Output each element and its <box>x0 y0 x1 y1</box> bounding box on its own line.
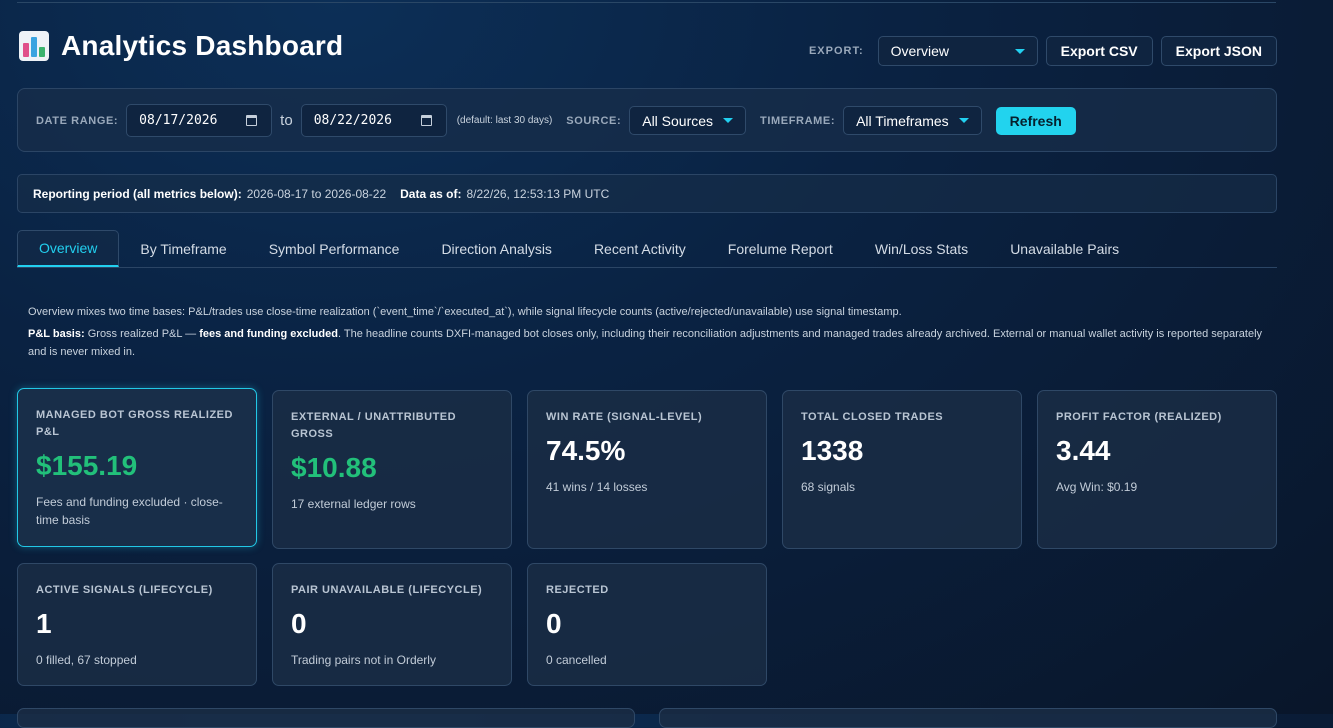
tab-unavailable-pairs[interactable]: Unavailable Pairs <box>989 230 1140 267</box>
metric-card-subtext: Trading pairs not in Orderly <box>291 653 436 667</box>
metric-card-value: 1338 <box>801 435 864 466</box>
data-as-of-label: Data as of: <box>400 186 462 201</box>
tab-forelume-report[interactable]: Forelume Report <box>707 230 854 267</box>
calendar-icon[interactable] <box>420 115 432 126</box>
metric-card-label: MANAGED BOT GROSS REALIZED P&L <box>36 409 233 438</box>
metric-card-label: PAIR UNAVAILABLE (LIFECYCLE) <box>291 584 483 596</box>
timeframe-label: TIMEFRAME: <box>760 114 836 127</box>
metric-card-value: $10.88 <box>291 452 377 483</box>
metric-card-value: 0 <box>291 608 307 639</box>
filter-bar: DATE RANGE: 08/17/2026 to 08/22/2026 (de… <box>17 88 1277 152</box>
to-label: to <box>280 112 293 129</box>
metric-card-label: WIN RATE (SIGNAL-LEVEL) <box>546 411 703 423</box>
metric-card-value: 1 <box>36 608 52 639</box>
date-from-input[interactable]: 08/17/2026 <box>126 104 273 137</box>
metric-card-managed-pnl: MANAGED BOT GROSS REALIZED P&L $155.19 F… <box>17 388 257 547</box>
metric-card-value: $155.19 <box>36 450 138 481</box>
metric-card-external-gross: EXTERNAL / UNATTRIBUTED GROSS $10.88 17 … <box>272 390 512 549</box>
metric-card-subtext: 0 filled, 67 stopped <box>36 653 137 667</box>
date-to-value: 08/22/2026 <box>313 113 392 128</box>
refresh-button[interactable]: Refresh <box>995 106 1076 135</box>
date-range-label: DATE RANGE: <box>36 114 119 127</box>
default-hint: (default: last 30 days) <box>456 115 553 126</box>
overview-notes: Overview mixes two time bases: P&L/trade… <box>28 303 1268 361</box>
tab-direction-analysis[interactable]: Direction Analysis <box>420 230 573 267</box>
metric-card-value: 74.5% <box>546 435 626 466</box>
metric-card-total-closed-trades: TOTAL CLOSED TRADES 1338 68 signals <box>782 390 1022 549</box>
export-label: EXPORT: <box>808 45 864 57</box>
export-controls: EXPORT: Overview Export CSV Export JSON <box>809 36 1277 66</box>
reporting-period-bar: Reporting period (all metrics below): 20… <box>17 174 1277 213</box>
export-csv-button[interactable]: Export CSV <box>1045 36 1153 66</box>
metric-card-label: TOTAL CLOSED TRADES <box>801 411 944 423</box>
top-divider <box>17 2 1276 3</box>
pnl-basis-note: P&L basis: Gross realized P&L — fees and… <box>28 325 1268 361</box>
reporting-period-label: Reporting period (all metrics below): <box>33 186 242 201</box>
metric-card-profit-factor: PROFIT FACTOR (REALIZED) 3.44 Avg Win: $… <box>1037 390 1277 549</box>
tab-win-loss-stats[interactable]: Win/Loss Stats <box>854 230 989 267</box>
date-from-value: 08/17/2026 <box>139 113 218 128</box>
tab-overview[interactable]: Overview <box>17 230 120 267</box>
tab-recent-activity[interactable]: Recent Activity <box>573 230 707 267</box>
metric-card-subtext: Fees and funding excluded · close-time b… <box>36 495 223 527</box>
metric-card-active-signals: ACTIVE SIGNALS (LIFECYCLE) 1 0 filled, 6… <box>17 563 257 686</box>
pnl-basis-text-1: Gross realized P&L — <box>87 328 197 340</box>
panel-bottom-left <box>17 708 635 728</box>
pnl-basis-bold: fees and funding excluded <box>199 328 338 340</box>
metric-card-subtext: 0 cancelled <box>546 653 607 667</box>
pnl-basis-label: P&L basis: <box>28 328 85 340</box>
panel-bottom-right <box>659 708 1277 728</box>
export-select-value: Overview <box>890 43 949 59</box>
page-title: Analytics Dashboard <box>61 30 344 61</box>
metric-card-win-rate: WIN RATE (SIGNAL-LEVEL) 74.5% 41 wins / … <box>527 390 767 549</box>
tab-bar: Overview By Timeframe Symbol Performance… <box>17 230 1277 268</box>
calendar-icon[interactable] <box>246 115 258 126</box>
metric-card-value: 3.44 <box>1056 435 1111 466</box>
metric-card-value: 0 <box>546 608 562 639</box>
title-group: Analytics Dashboard <box>19 30 343 62</box>
bar-chart-icon <box>19 31 49 61</box>
metric-card-label: REJECTED <box>546 584 609 596</box>
metric-card-subtext: 68 signals <box>801 480 856 494</box>
export-select[interactable]: Overview <box>877 36 1038 66</box>
metric-card-subtext: Avg Win: $0.19 <box>1056 480 1138 494</box>
metric-card-subtext: 41 wins / 14 losses <box>546 480 648 494</box>
page-header: Analytics Dashboard EXPORT: Overview Exp… <box>17 28 1277 68</box>
data-as-of-value: 8/22/26, 12:53:13 PM UTC <box>466 186 610 201</box>
metric-card-rejected: REJECTED 0 0 cancelled <box>527 563 767 686</box>
export-json-button[interactable]: Export JSON <box>1160 36 1277 66</box>
timeframe-select[interactable]: All Timeframes <box>843 106 982 135</box>
source-select-value: All Sources <box>642 112 714 129</box>
chevron-down-icon <box>1014 48 1025 54</box>
reporting-period-value: 2026-08-17 to 2026-08-22 <box>246 186 387 201</box>
source-select[interactable]: All Sources <box>629 106 747 135</box>
tab-by-timeframe[interactable]: By Timeframe <box>119 230 247 267</box>
metric-card-label: PROFIT FACTOR (REALIZED) <box>1056 411 1222 423</box>
chevron-down-icon <box>723 118 734 123</box>
metric-card-label: EXTERNAL / UNATTRIBUTED GROSS <box>291 411 457 440</box>
date-to-input[interactable]: 08/22/2026 <box>300 104 447 137</box>
metric-card-label: ACTIVE SIGNALS (LIFECYCLE) <box>36 584 213 596</box>
chevron-down-icon <box>958 118 969 123</box>
metric-card-pair-unavailable: PAIR UNAVAILABLE (LIFECYCLE) 0 Trading p… <box>272 563 512 686</box>
tab-symbol-performance[interactable]: Symbol Performance <box>248 230 421 267</box>
metric-card-subtext: 17 external ledger rows <box>291 497 416 511</box>
time-basis-note: Overview mixes two time bases: P&L/trade… <box>28 306 902 318</box>
timeframe-select-value: All Timeframes <box>856 112 949 129</box>
source-label: SOURCE: <box>566 114 622 127</box>
